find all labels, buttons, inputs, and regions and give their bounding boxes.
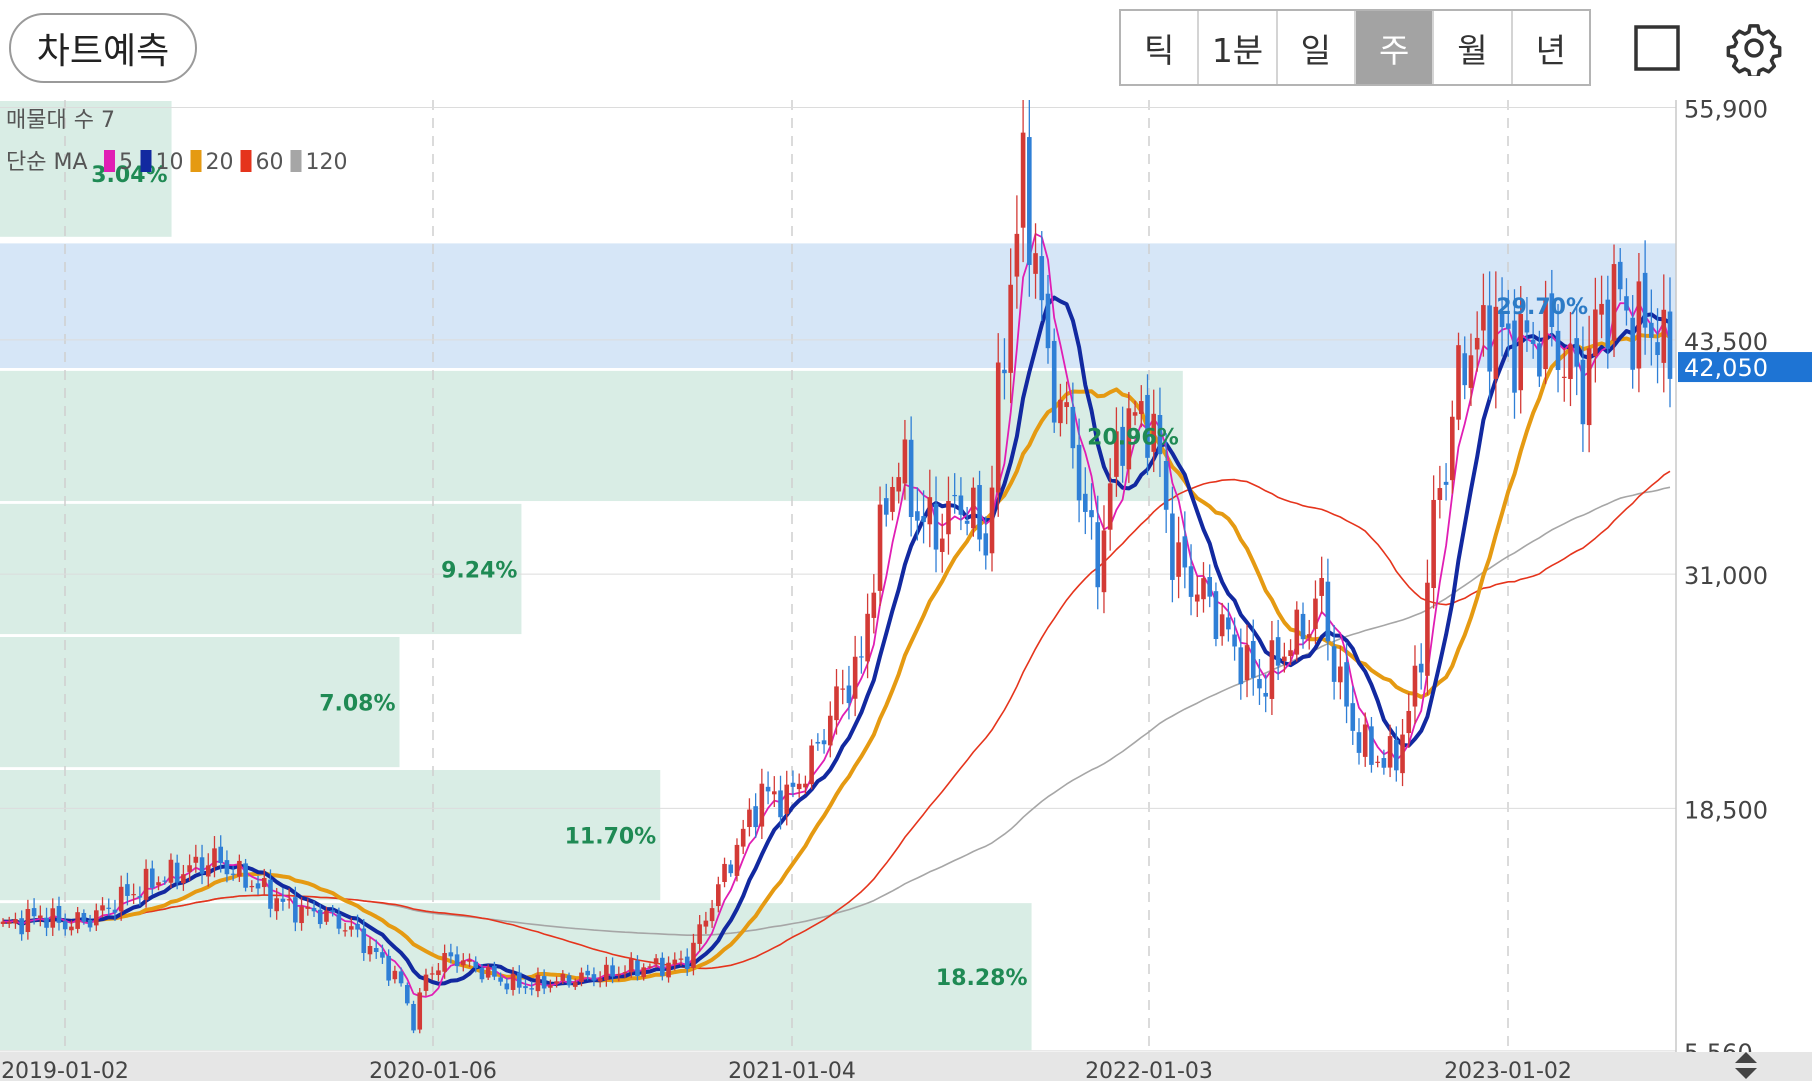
volume-profile-count-label: 매물대 수 7 [6,108,115,133]
candle [1051,328,1057,433]
ma-legend-label: 60 [256,150,284,175]
ma-legend-label: 20 [206,150,234,175]
tab-1min[interactable]: 1분 [1199,11,1278,84]
ma-legend-title: 단순 MA [6,150,88,175]
tab-year[interactable]: 년 [1513,11,1589,84]
toolbar: 차트예측 틱 1분 일 주 월 년 [0,0,1812,100]
layout-square-icon[interactable] [1626,17,1688,79]
ma-legend-swatch [290,150,302,172]
volume-profile-pct-label: 20.96% [1087,425,1179,450]
x-tick-label: 2021-01-04 [728,1059,856,1081]
candle [1213,582,1219,647]
settings-gear-icon[interactable] [1723,17,1785,79]
last-price-label: 42,050 [1684,354,1768,382]
ma-legend-swatch [190,150,202,172]
tab-month[interactable]: 월 [1434,11,1513,84]
volume-profile-pct-label: 18.28% [936,966,1028,991]
tab-day[interactable]: 일 [1278,11,1356,84]
y-tick-label: 31,000 [1684,562,1768,590]
ma-legend-swatch [240,150,252,172]
volume-profile-pct-label: 9.24% [441,559,517,584]
tab-week[interactable]: 주 [1355,11,1435,84]
y-tick-label: 43,500 [1684,328,1768,356]
y-axis-panel [1676,100,1812,1081]
x-tick-label: 2020-01-06 [369,1059,497,1081]
tab-tick[interactable]: 틱 [1121,11,1200,84]
volume-profile-pct-label: 7.08% [319,692,395,717]
volume-profile-pct-label: 11.70% [565,825,657,850]
candle [1456,332,1461,431]
volume-profile-bar [0,242,1676,368]
ma-legend-label: 120 [306,150,348,175]
period-selector: 틱 1분 일 주 월 년 [1119,9,1591,86]
chart-predict-button[interactable]: 차트예측 [9,13,197,83]
ma-legend-swatch [140,150,152,172]
candle [809,739,814,790]
candle [243,858,248,892]
volume-profile-bar [0,769,661,901]
x-tick-label: 2022-01-03 [1085,1059,1213,1081]
candle [417,987,423,1034]
y-tick-label: 18,500 [1684,796,1768,824]
x-tick-label: 2023-01-02 [1444,1059,1572,1081]
stock-chart[interactable]: 3.04%29.70%20.96%9.24%7.08%11.70%18.28% … [0,100,1812,1081]
ma-legend-label: 5 [119,150,133,175]
x-tick-label: 2019-01-02 [1,1059,129,1081]
ma-legend-label: 10 [156,150,184,175]
scroll-updown-icon[interactable] [1731,1050,1761,1081]
ma-legend-swatch [104,150,115,172]
volume-profile-pct-label: 29.70% [1496,295,1588,320]
y-tick-label: 55,900 [1684,100,1768,123]
candle [1294,601,1300,662]
candle [411,1000,416,1034]
candle [405,982,410,1006]
